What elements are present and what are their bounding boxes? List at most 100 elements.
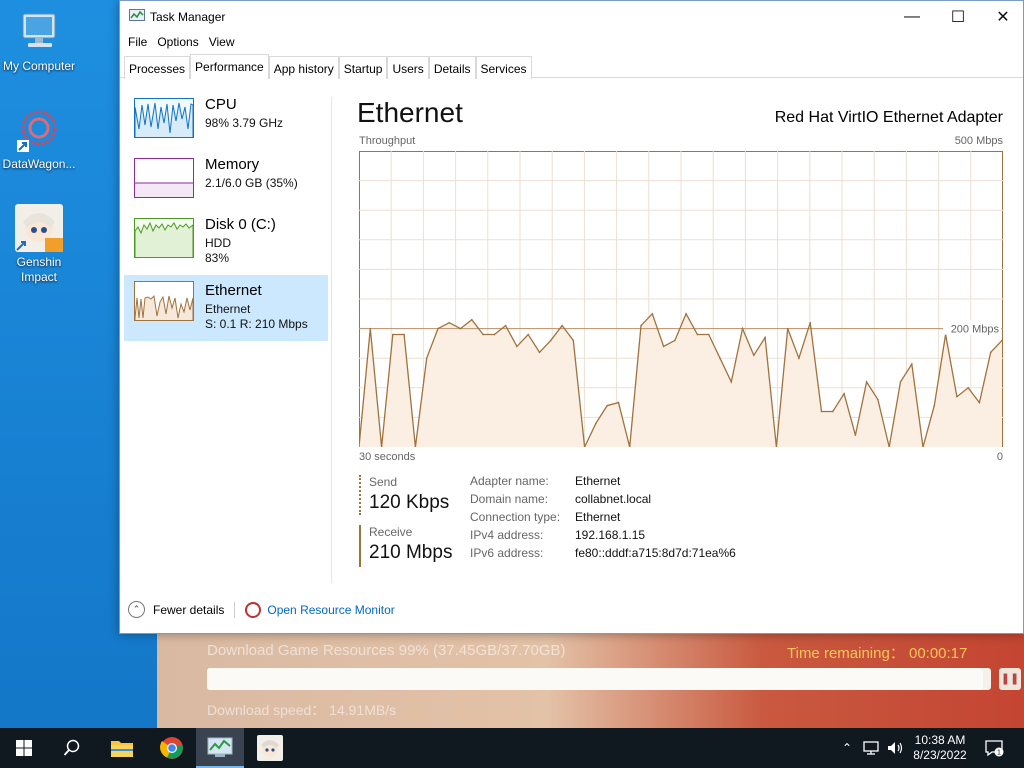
start-button[interactable] [0,728,48,768]
resource-detail: 98% 3.79 GHz [205,116,284,130]
window-title: Task Manager [150,10,226,24]
cpu-mini-graph [134,98,194,138]
desktop-icon-label: DataWagon... [2,157,76,171]
notification-button[interactable]: 1 [982,728,1006,768]
property-value: Ethernet [575,474,621,488]
resource-monitor-icon [245,601,262,618]
maximize-button[interactable]: ☐ [935,1,981,32]
menu-options[interactable]: Options [157,32,204,52]
send-label: Send [369,475,398,489]
throughput-point [854,434,857,436]
computer-icon [15,8,63,56]
taskbar-chrome[interactable] [148,728,196,768]
throughput-point [527,333,530,336]
taskbar-task-manager[interactable] [196,728,244,768]
clock-date: 8/23/2022 [913,748,967,762]
throughput-point [459,327,462,330]
network-icon[interactable] [862,740,882,756]
download-status-text: Download Game Resources 99% (37.45GB/37.… [207,642,566,659]
resource-item-ethernet[interactable]: Ethernet Ethernet S: 0.1 R: 210 Mbps [124,275,328,341]
throughput-point [831,410,834,413]
title-bar[interactable]: Task Manager — ☐ ✕ [120,1,1023,32]
property-value: Ethernet [575,510,621,524]
property-key: Connection type: [470,510,561,524]
throughput-point [933,404,936,407]
search-button[interactable] [48,728,96,768]
resource-usage: 83% [205,251,230,265]
throughput-point [730,381,733,383]
windows-logo-icon [16,740,32,756]
desktop-icon-my-computer[interactable]: My Computer [0,8,78,74]
footer-bar: ⌃ Fewer details Open Resource Monitor [128,601,395,618]
resource-item-disk[interactable]: Disk 0 (C:) HDD 83% [124,215,328,275]
throughput-point [865,381,868,383]
chrome-icon [160,737,183,759]
resource-item-cpu[interactable]: CPU 98% 3.79 GHz [124,95,328,155]
throughput-point [471,318,473,321]
zero-label: 0 [996,451,1003,463]
resource-name: CPU [205,96,237,113]
resource-usage: S: 0.1 R: 210 Mbps [205,317,308,331]
time-remaining-text: Time remaining： 00:00:17 [787,645,968,662]
menu-bar: File Options View [120,32,1023,52]
property-key: IPv4 address: [470,528,544,542]
tab-processes[interactable]: Processes [124,56,191,79]
throughput-point [764,336,766,339]
chevron-up-icon[interactable]: ⌃ [128,601,145,618]
resource-detail: HDD [205,236,231,250]
tab-services[interactable]: Services [475,56,532,79]
throughput-point [696,333,699,336]
tab-strip: Processes Performance App history Startu… [124,54,532,79]
resource-name: Ethernet [205,282,262,299]
fewer-details-link[interactable]: Fewer details [153,603,224,617]
throughput-point [437,327,439,330]
task-manager-window: Task Manager — ☐ ✕ File Options View Pro… [119,0,1024,634]
menu-file[interactable]: File [128,32,153,52]
property-row: IPv4 address: 192.168.1.15 [470,528,736,546]
tab-users[interactable]: Users [387,56,429,79]
pause-button[interactable]: ❚❚ [999,668,1021,690]
throughput-point [651,313,654,315]
send-stat: Send 120 Kbps [359,475,449,515]
task-manager-icon [207,737,233,757]
ethernet-mini-graph [134,281,194,321]
tab-app-history[interactable]: App history [268,56,339,79]
resource-name: Memory [205,156,260,173]
search-icon [63,739,80,756]
resource-item-memory[interactable]: Memory 2.1/6.0 GB (35%) [124,155,328,215]
desktop-icon-label: My Computer [2,59,76,73]
receive-label: Receive [369,525,413,539]
throughput-point [707,333,710,336]
genshin-icon [257,735,283,761]
throughput-point [741,327,744,330]
throughput-point [820,410,823,413]
receive-stat: Receive 210 Mbps [359,525,452,567]
tab-performance[interactable]: Performance [190,54,269,79]
throughput-point [978,401,981,404]
taskbar-genshin[interactable] [246,728,294,768]
open-resource-monitor-link[interactable]: Open Resource Monitor [267,603,394,617]
notification-count: 1 [997,750,1001,757]
minimize-button[interactable]: — [889,1,935,32]
clock-time: 10:38 AM [914,733,966,747]
chevron-up-icon[interactable]: ⌃ [838,741,856,755]
throughput-point [425,357,428,359]
task-manager-icon [129,9,145,21]
menu-view[interactable]: View [209,32,241,52]
taskbar-file-explorer[interactable] [98,728,146,768]
close-button[interactable]: ✕ [980,1,1024,32]
tab-details[interactable]: Details [428,56,476,79]
throughput-point [617,401,620,404]
throughput-point [504,324,507,327]
property-row: IPv6 address: fe80::dddf:a715:8d7d:71ea%… [470,546,736,564]
throughput-point [403,333,405,336]
throughput-point [877,398,879,401]
throughput-point [595,422,597,425]
desktop-icon-genshin[interactable]: Genshin Impact [0,204,78,285]
resource-list: CPU 98% 3.79 GHz Memory 2.1/6.0 GB (35%)… [124,95,328,341]
throughput-point [606,404,608,407]
desktop-icon-datawagon[interactable]: DataWagon... [0,106,78,172]
throughput-point [1001,339,1003,342]
clock[interactable]: 10:38 AM 8/23/2022 [900,733,980,763]
tab-startup[interactable]: Startup [338,56,388,79]
